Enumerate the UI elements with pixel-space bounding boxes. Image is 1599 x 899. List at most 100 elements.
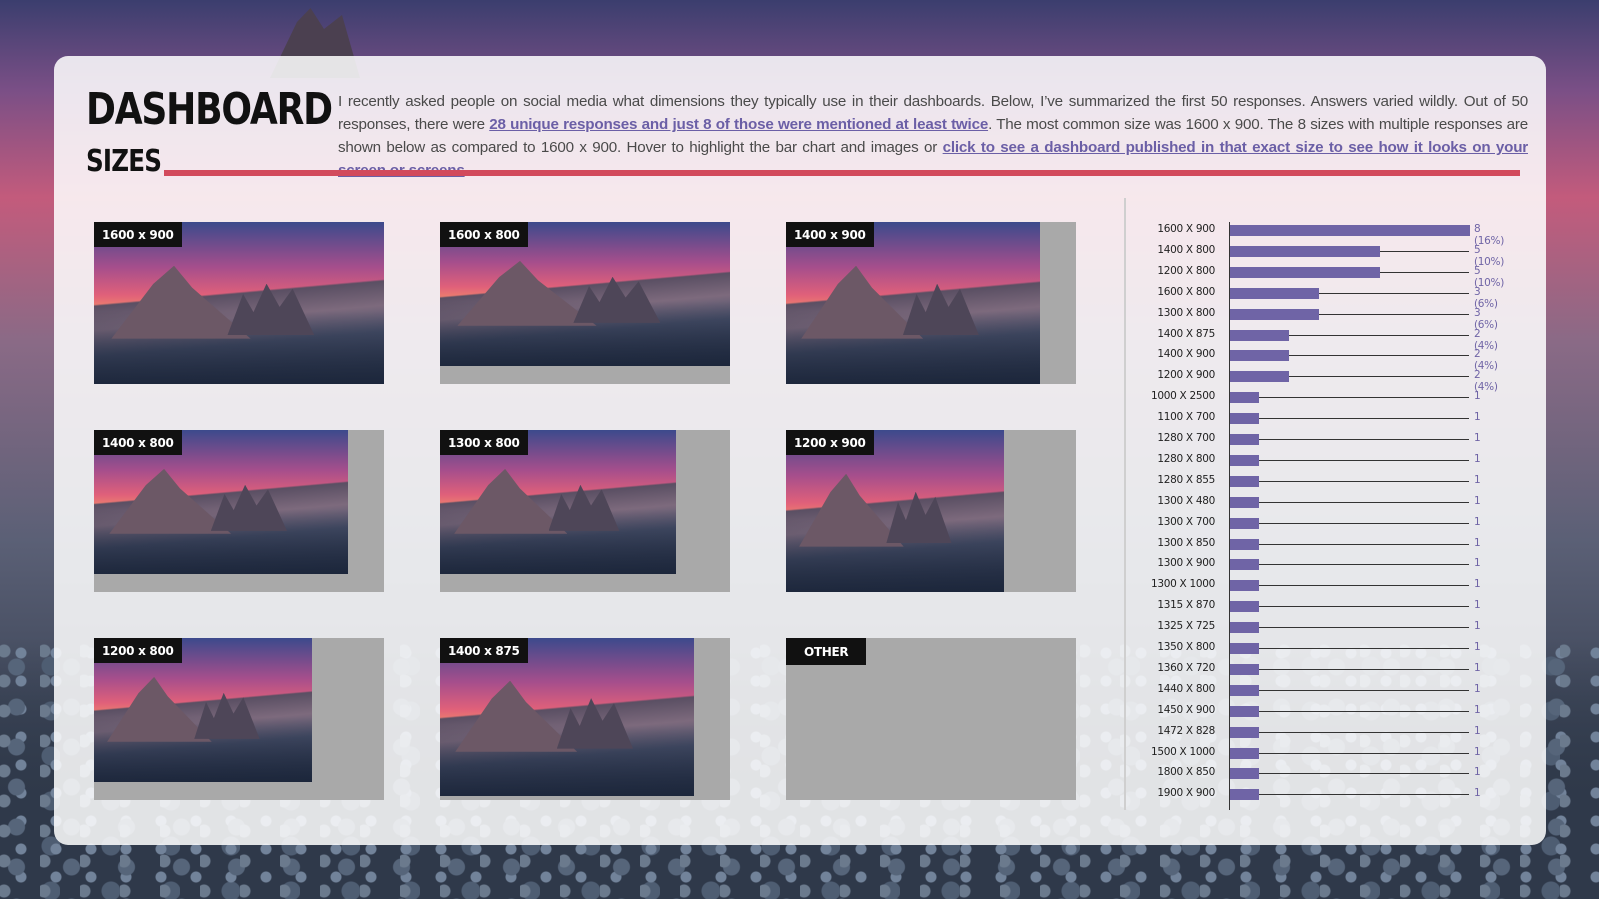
bar[interactable] bbox=[1229, 434, 1259, 445]
bar-value-label: 1 bbox=[1474, 557, 1481, 570]
bar-row[interactable]: 1300 X 900 1 bbox=[1110, 554, 1490, 574]
bar-row[interactable]: 1300 X 1000 1 bbox=[1110, 575, 1490, 595]
bar-guide-line bbox=[1229, 794, 1469, 796]
bar[interactable] bbox=[1229, 496, 1259, 508]
intro-text: I recently asked people on social media … bbox=[338, 90, 1528, 182]
bar[interactable] bbox=[1229, 705, 1259, 717]
bar-row[interactable]: 1800 X 850 1 bbox=[1110, 763, 1490, 783]
bar-value-label: 1 bbox=[1474, 682, 1481, 695]
bar-value-label: 1 bbox=[1474, 432, 1481, 444]
bar[interactable] bbox=[1229, 789, 1259, 801]
bar-row[interactable]: 1300 X 850 1 bbox=[1110, 534, 1490, 554]
bar-guide-line bbox=[1229, 627, 1469, 629]
bar-row[interactable]: 1450 X 900 1 bbox=[1110, 701, 1490, 721]
thumbnail-label: 1600 x 900 bbox=[94, 222, 182, 247]
bar-category-label: 1400 X 900 bbox=[1157, 348, 1215, 361]
thumbnail-1300x800[interactable]: 1300 x 800 bbox=[440, 430, 730, 592]
bar-guide-line bbox=[1229, 522, 1469, 524]
bar[interactable] bbox=[1229, 329, 1290, 341]
thumbnail-label: 1400 x 875 bbox=[440, 638, 528, 663]
bar-value-label: 1 bbox=[1474, 724, 1481, 737]
bar-category-label: 1280 X 700 bbox=[1157, 432, 1215, 444]
bar-row[interactable]: 1200 X 900 2 (4%) bbox=[1110, 366, 1498, 393]
bar[interactable] bbox=[1229, 308, 1320, 320]
bar-category-label: 1280 X 800 bbox=[1157, 452, 1215, 465]
bar[interactable] bbox=[1229, 747, 1259, 759]
bar-category-label: 1000 X 2500 bbox=[1150, 390, 1215, 403]
bar[interactable] bbox=[1229, 622, 1259, 634]
bar-row[interactable]: 1315 X 870 1 bbox=[1110, 596, 1490, 616]
bar-category-label: 1300 X 1000 bbox=[1150, 578, 1215, 591]
bar-row[interactable]: 1600 X 900 8 (16%) bbox=[1110, 220, 1504, 247]
bar-row[interactable]: 1325 X 725 1 bbox=[1110, 617, 1490, 637]
thumbnail-1200x900[interactable]: 1200 x 900 bbox=[786, 430, 1076, 592]
bar-row[interactable]: 1440 X 800 1 bbox=[1110, 680, 1490, 700]
bar-row[interactable]: 1360 X 720 1 bbox=[1110, 659, 1490, 679]
bar-category-label: 1100 X 700 bbox=[1157, 411, 1215, 424]
bar-category-label: 1300 X 800 bbox=[1157, 306, 1215, 319]
bar[interactable] bbox=[1229, 559, 1259, 571]
bar-guide-line bbox=[1229, 648, 1469, 649]
bar[interactable] bbox=[1229, 517, 1259, 529]
bar-row[interactable]: 1000 X 2500 1 bbox=[1110, 387, 1490, 407]
bar-guide-line bbox=[1229, 689, 1469, 691]
bar[interactable] bbox=[1229, 350, 1290, 362]
bar-row[interactable]: 1400 X 800 5 (10%) bbox=[1110, 241, 1504, 268]
bar[interactable] bbox=[1229, 371, 1290, 383]
bar-category-label: 1500 X 1000 bbox=[1150, 745, 1215, 758]
bar[interactable] bbox=[1229, 726, 1259, 738]
bar[interactable] bbox=[1229, 580, 1259, 592]
bar-value-label: 1 bbox=[1474, 641, 1481, 653]
bar[interactable] bbox=[1229, 475, 1259, 487]
bar[interactable] bbox=[1229, 413, 1259, 425]
bar[interactable] bbox=[1229, 768, 1259, 780]
bar[interactable] bbox=[1229, 287, 1320, 299]
bar[interactable] bbox=[1229, 684, 1259, 696]
bar[interactable] bbox=[1229, 538, 1259, 550]
thumbnail-1600x900[interactable]: 1600 x 900 bbox=[94, 222, 384, 384]
bar-value-label: 1 bbox=[1474, 452, 1481, 465]
bar-row[interactable]: 1280 X 855 1 bbox=[1110, 471, 1490, 491]
bar-guide-line bbox=[1229, 501, 1469, 503]
thumbnail-1400x875[interactable]: 1400 x 875 bbox=[440, 638, 730, 800]
bar-row[interactable]: 1472 X 828 1 bbox=[1110, 722, 1490, 742]
bar-row[interactable]: 1900 X 900 1 bbox=[1110, 784, 1490, 804]
bar-guide-line bbox=[1229, 439, 1469, 440]
unique-responses-link[interactable]: 28 unique responses and just 8 of those … bbox=[489, 116, 988, 133]
bar[interactable] bbox=[1229, 601, 1259, 613]
thumbnail-1400x800[interactable]: 1400 x 800 bbox=[94, 430, 384, 592]
thumbnail-label: 1600 x 800 bbox=[440, 222, 528, 247]
thumbnail-other[interactable]: OTHER bbox=[786, 638, 1076, 800]
bar[interactable] bbox=[1229, 245, 1380, 257]
bar-row[interactable]: 1600 X 800 3 (6%) bbox=[1110, 283, 1498, 310]
bar-value-label: 1 bbox=[1474, 411, 1481, 424]
bar-row[interactable]: 1280 X 700 1 bbox=[1110, 429, 1490, 449]
bar-guide-line bbox=[1229, 606, 1469, 608]
thumbnail-1600x800[interactable]: 1600 x 800 bbox=[440, 222, 730, 384]
bar-value-label: 1 bbox=[1474, 390, 1481, 403]
bar-category-label: 1200 X 800 bbox=[1157, 264, 1215, 277]
bar-row[interactable]: 1400 X 900 2 (4%) bbox=[1110, 345, 1498, 372]
bar-row[interactable]: 1300 X 480 1 bbox=[1110, 492, 1490, 512]
bar-guide-line bbox=[1229, 397, 1469, 399]
bar-row[interactable]: 1300 X 700 1 bbox=[1110, 513, 1490, 533]
bar-category-label: 1200 X 900 bbox=[1157, 369, 1215, 382]
bar-category-label: 1325 X 725 bbox=[1157, 620, 1215, 633]
bar-row[interactable]: 1200 X 800 5 (10%) bbox=[1110, 262, 1504, 289]
bar[interactable] bbox=[1229, 643, 1259, 654]
bar-value-label: 1 bbox=[1474, 661, 1481, 674]
bar-guide-line bbox=[1229, 480, 1469, 482]
bar[interactable] bbox=[1229, 663, 1259, 675]
bar[interactable] bbox=[1229, 392, 1259, 404]
thumbnail-1200x800[interactable]: 1200 x 800 bbox=[94, 638, 384, 800]
bar[interactable] bbox=[1229, 225, 1470, 236]
bar-row[interactable]: 1100 X 700 1 bbox=[1110, 408, 1490, 428]
bar-row[interactable]: 1280 X 800 1 bbox=[1110, 450, 1490, 470]
bar-row[interactable]: 1500 X 1000 1 bbox=[1110, 743, 1490, 763]
bar-row[interactable]: 1300 X 800 3 (6%) bbox=[1110, 304, 1498, 331]
bar-row[interactable]: 1400 X 875 2 (4%) bbox=[1110, 325, 1498, 352]
bar[interactable] bbox=[1229, 266, 1380, 278]
bar-row[interactable]: 1350 X 800 1 bbox=[1110, 638, 1490, 658]
bar[interactable] bbox=[1229, 454, 1259, 466]
thumbnail-1400x900[interactable]: 1400 x 900 bbox=[786, 222, 1076, 384]
